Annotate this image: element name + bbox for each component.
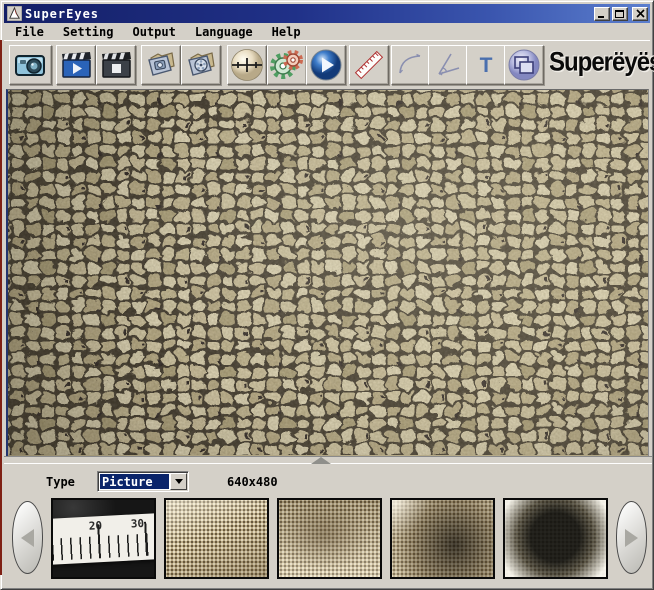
title-bar[interactable]: SuperEyes (4, 4, 650, 23)
type-dropdown-value: Picture (100, 474, 169, 489)
woven-fabric-image (8, 90, 648, 456)
layers-icon (508, 49, 540, 81)
thumbnail-shade (279, 500, 380, 577)
splitter-bar (4, 456, 652, 464)
ruler-band: 20 30 (53, 512, 154, 566)
close-button[interactable] (632, 6, 648, 21)
menu-language[interactable]: Language (192, 24, 256, 40)
arc-measure-button[interactable] (391, 45, 431, 85)
close-icon (635, 9, 645, 18)
arrow-left-icon (21, 528, 34, 547)
thumbnail-fabric-darkest[interactable] (503, 498, 608, 579)
play-icon (310, 49, 342, 81)
toolbar: T Superëyës (4, 40, 654, 87)
chevron-down-icon (174, 479, 183, 484)
thumbnail-shade (505, 500, 606, 577)
video-folder-icon (188, 52, 215, 76)
text-annotation-button[interactable]: T (466, 45, 506, 85)
stop-video-icon (102, 52, 131, 78)
text-tool-icon: T (479, 53, 493, 77)
open-video-folder-button[interactable] (181, 45, 221, 85)
gallery-panel: Type Picture 640x480 20 30 (4, 464, 652, 588)
type-label: Type (46, 475, 75, 489)
menu-bar: File Setting Output Language Help (4, 23, 650, 40)
stop-video-button[interactable] (96, 45, 136, 85)
ruler-icon (354, 50, 384, 80)
minimize-icon (598, 16, 604, 18)
photo-folder-icon (148, 52, 175, 76)
window-title: SuperEyes (25, 6, 100, 21)
record-video-icon (62, 52, 91, 78)
open-photo-folder-button[interactable] (141, 45, 181, 85)
arrow-right-icon (625, 528, 638, 547)
thumbnail-fabric-tan[interactable] (277, 498, 382, 579)
microscope-live-view[interactable] (6, 89, 649, 456)
app-logo-icon (7, 6, 22, 21)
thumbnail-ruler[interactable]: 20 30 (51, 498, 156, 579)
record-video-button[interactable] (56, 45, 96, 85)
settings-button[interactable] (267, 45, 307, 85)
angle-measure-button[interactable] (428, 45, 468, 85)
resolution-label: 640x480 (227, 475, 278, 489)
thumbnail-fabric-light[interactable] (164, 498, 269, 579)
minimize-button[interactable] (594, 6, 610, 21)
menu-output[interactable]: Output (129, 24, 178, 40)
calibration-button[interactable] (227, 45, 267, 85)
maximize-icon (615, 10, 624, 18)
maximize-button[interactable] (612, 6, 628, 21)
angle-icon (438, 53, 460, 76)
supereyes-logo: Superëyës (549, 47, 654, 78)
layers-compare-button[interactable] (504, 45, 544, 85)
settings-gears-icon (270, 50, 303, 79)
scroll-left-button[interactable] (12, 501, 43, 574)
collapse-panel-arrow-icon[interactable] (311, 457, 331, 464)
ruler-measure-button[interactable] (349, 45, 389, 85)
desktop-edge-stripe (0, 40, 2, 575)
ruler-minor-ticks (53, 533, 154, 561)
type-dropdown[interactable]: Picture (97, 471, 189, 492)
arc-icon (399, 53, 421, 74)
thumbnail-fabric-dark[interactable] (390, 498, 495, 579)
camera-icon (14, 55, 45, 76)
application-window: SuperEyes File Setting Output Language H… (0, 0, 654, 590)
dropdown-button[interactable] (170, 473, 187, 490)
crosshair-icon (231, 49, 263, 81)
menu-help[interactable]: Help (269, 24, 304, 40)
snapshot-button[interactable] (9, 45, 52, 85)
play-preview-button[interactable] (306, 45, 346, 85)
thumbnail-shade (392, 500, 493, 577)
menu-file[interactable]: File (12, 24, 47, 40)
thumbnail-shade (166, 500, 267, 577)
menu-setting[interactable]: Setting (60, 24, 117, 40)
scroll-right-button[interactable] (616, 501, 647, 574)
